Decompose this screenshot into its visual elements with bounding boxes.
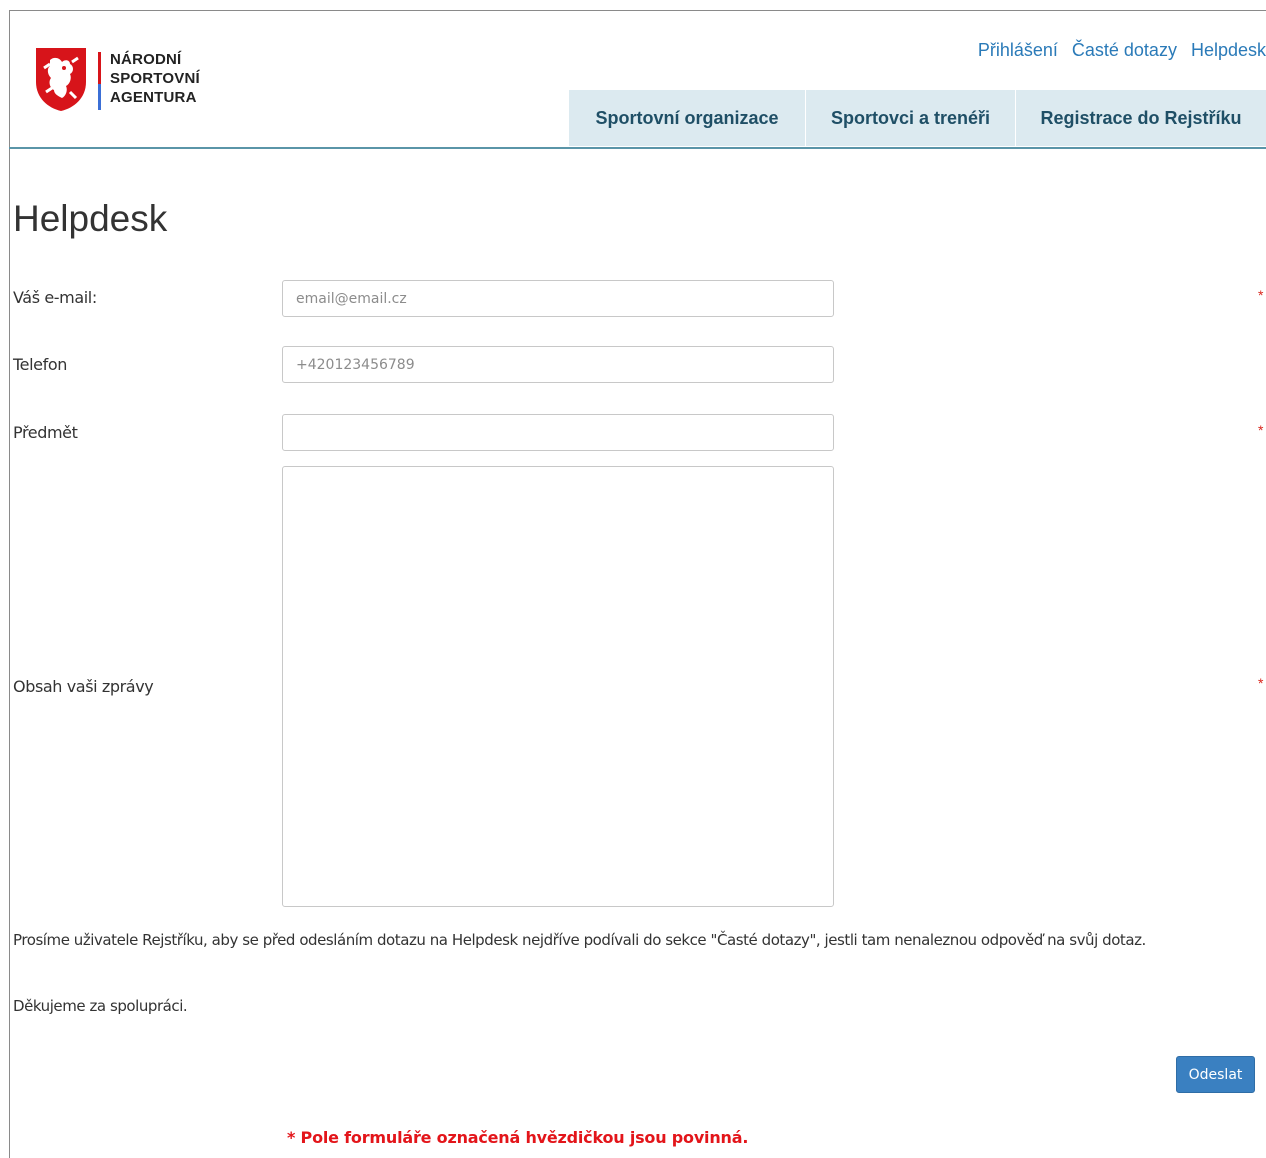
nav-sport-organizations[interactable]: Sportovní organizace (569, 90, 805, 146)
email-required-mark: * (1258, 287, 1264, 303)
nav-registry-registration[interactable]: Registrace do Rejstříku (1015, 90, 1266, 146)
top-links: Přihlášení Časté dotazy Helpdesk (978, 40, 1266, 64)
email-input[interactable] (282, 280, 834, 317)
logo-line-1: NÁRODNÍ (110, 51, 182, 68)
phone-label: Telefon (13, 355, 67, 374)
logo-accent-bar (98, 52, 101, 110)
message-required-mark: * (1258, 675, 1264, 691)
faq-info-text: Prosíme uživatele Rejstříku, aby se před… (13, 931, 1146, 949)
logo-line-3: AGENTURA (110, 89, 197, 106)
header-divider (9, 147, 1266, 149)
logo-line-2: SPORTOVNÍ (110, 70, 200, 87)
faq-link[interactable]: Časté dotazy (1072, 40, 1177, 64)
thanks-text: Děkujeme za spolupráci. (13, 997, 188, 1015)
message-textarea[interactable] (282, 466, 834, 907)
logo-wordmark: NÁRODNÍ SPORTOVNÍ AGENTURA (110, 50, 200, 107)
subject-required-mark: * (1258, 422, 1264, 438)
submit-button[interactable]: Odeslat (1176, 1056, 1255, 1093)
logo[interactable]: NÁRODNÍ SPORTOVNÍ AGENTURA (34, 46, 224, 116)
frame-left-border (9, 10, 10, 1158)
page-title: Helpdesk (13, 198, 168, 239)
main-nav: Sportovní organizace Sportovci a trenéři… (569, 90, 1266, 146)
phone-input[interactable] (282, 346, 834, 383)
login-link[interactable]: Přihlášení (978, 40, 1058, 64)
subject-input[interactable] (282, 414, 834, 451)
required-fields-note: * Pole formuláře označená hvězdičkou jso… (287, 1128, 749, 1147)
lion-shield-icon (36, 48, 86, 111)
subject-label: Předmět (13, 423, 78, 442)
nav-athletes-coaches[interactable]: Sportovci a trenéři (805, 90, 1015, 146)
helpdesk-link[interactable]: Helpdesk (1191, 40, 1266, 64)
message-label: Obsah vaši zprávy (13, 677, 154, 696)
email-label: Váš e-mail: (13, 288, 97, 307)
frame-top-border (9, 10, 1266, 11)
